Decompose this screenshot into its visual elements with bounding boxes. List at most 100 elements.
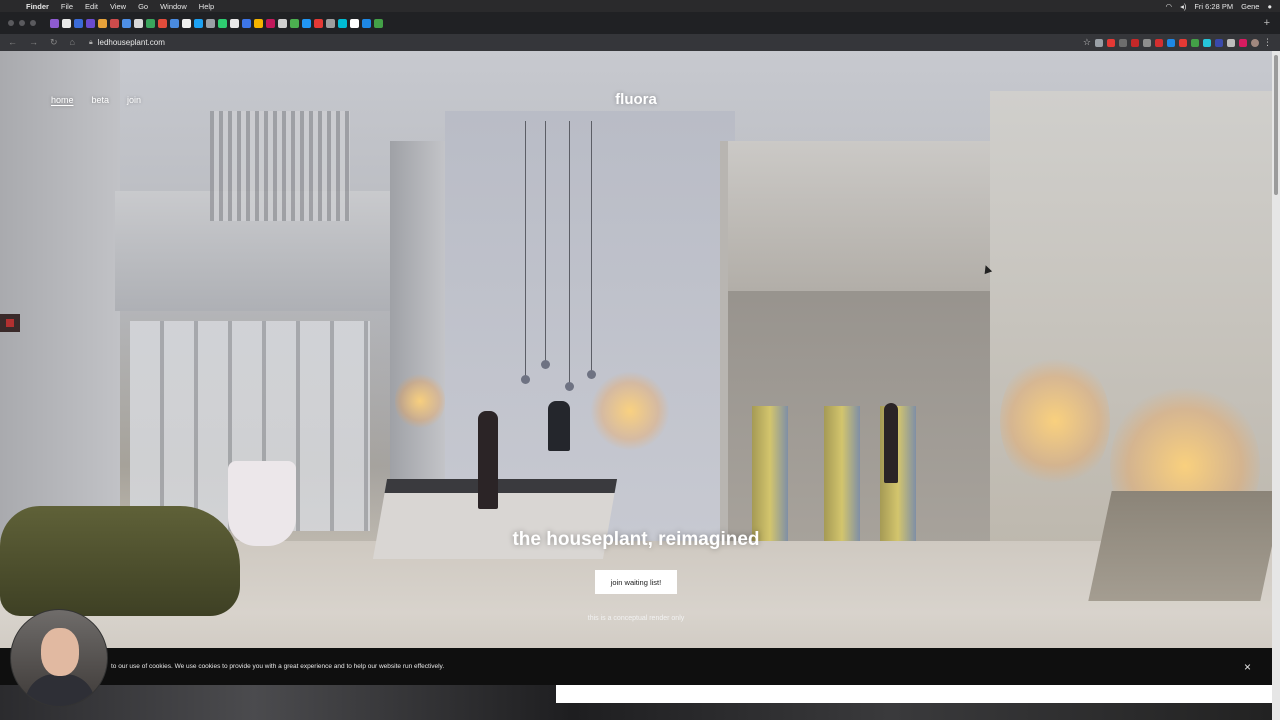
hero-bg-person [478, 411, 498, 509]
webcam-person-shirt [25, 674, 95, 706]
hero-bg-pillar [0, 51, 120, 571]
menu-user[interactable]: Gene [1241, 2, 1259, 11]
tab-favicon-icon[interactable] [194, 18, 203, 28]
volume-icon[interactable]: ◂) [1180, 2, 1186, 11]
hero-bg-elevator [824, 406, 860, 541]
tab-favicon-icon[interactable] [302, 18, 311, 28]
browser-nav-buttons: ← → ↻ ⌂ [8, 37, 75, 48]
address-bar-url[interactable]: ledhouseplant.com [98, 38, 165, 47]
extension-icon[interactable] [1107, 38, 1115, 47]
extension-icon[interactable] [1155, 38, 1163, 47]
render-disclaimer: this is a conceptual render only [587, 615, 685, 622]
extension-icon[interactable] [1143, 38, 1151, 47]
tab-favicon-icon[interactable] [86, 18, 95, 28]
forward-icon[interactable]: → [29, 37, 38, 48]
pinned-tabs [50, 18, 384, 28]
page-scrollbar[interactable] [1272, 51, 1280, 720]
browser-menu-icon[interactable]: ⋮ [1263, 37, 1272, 48]
extension-icon[interactable] [1191, 38, 1199, 47]
tab-favicon-icon[interactable] [122, 18, 131, 28]
tab-favicon-icon[interactable] [326, 18, 335, 28]
extension-icon[interactable] [1131, 38, 1139, 47]
extension-icon[interactable] [1119, 38, 1127, 47]
tab-favicon-icon[interactable] [206, 18, 215, 28]
macos-menu-bar: Finder File Edit View Go Window Help ◠ ◂… [0, 0, 1280, 12]
tab-favicon-icon[interactable] [254, 18, 263, 28]
home-icon[interactable]: ⌂ [70, 37, 75, 48]
record-icon [6, 319, 14, 327]
tab-favicon-icon[interactable] [218, 18, 227, 28]
tab-favicon-icon[interactable] [134, 18, 143, 28]
profile-avatar-icon[interactable] [1251, 38, 1259, 47]
tab-favicon-icon[interactable] [338, 18, 347, 28]
wifi-icon[interactable]: ◠ [1166, 2, 1173, 11]
hero-bg-elevator [752, 406, 788, 541]
tab-favicon-icon[interactable] [362, 18, 371, 28]
tab-favicon-icon[interactable] [182, 18, 191, 28]
webcam-person-face [41, 628, 79, 676]
hero-title: the houseplant, reimagined [512, 529, 760, 550]
extension-icon[interactable] [1239, 38, 1247, 47]
tab-favicon-icon[interactable] [230, 18, 239, 28]
close-window-icon[interactable] [8, 20, 14, 26]
hero-bg-hall-ceiling [728, 141, 990, 291]
lock-icon[interactable]: 🔒︎ [89, 39, 93, 47]
hero-bg-person [548, 401, 570, 451]
tab-favicon-icon[interactable] [146, 18, 155, 28]
browser-toolbar: ← → ↻ ⌂ 🔒︎ ledhouseplant.com ☆ ⋮ [0, 34, 1280, 51]
extensions-area: ☆ ⋮ [1083, 37, 1280, 48]
hero-bg-led-plant [1000, 351, 1110, 491]
tab-favicon-icon[interactable] [266, 18, 275, 28]
menu-view[interactable]: View [110, 2, 126, 11]
site-logo[interactable]: fluora [0, 91, 1272, 108]
back-icon[interactable]: ← [8, 37, 17, 48]
extension-icon[interactable] [1167, 38, 1175, 47]
extension-icon[interactable] [1095, 38, 1103, 47]
extension-icon[interactable] [1227, 38, 1235, 47]
cookie-text: to our use of cookies. We use cookies to… [111, 663, 445, 670]
window-controls [8, 20, 36, 26]
hero-bg-pendant-light [587, 121, 596, 379]
join-waiting-list-button[interactable]: join waiting list! [595, 570, 677, 594]
menu-window[interactable]: Window [160, 2, 187, 11]
bookmark-star-icon[interactable]: ☆ [1083, 37, 1091, 48]
side-widget-tab[interactable] [0, 314, 20, 332]
tab-favicon-icon[interactable] [110, 18, 119, 28]
extension-icon[interactable] [1215, 38, 1223, 47]
tab-favicon-icon[interactable] [98, 18, 107, 28]
hero-bg-led-plant [395, 371, 445, 431]
siri-icon[interactable]: ● [1267, 2, 1272, 11]
hero-bg-pendant-light [541, 121, 550, 369]
menu-edit[interactable]: Edit [85, 2, 98, 11]
tab-favicon-icon[interactable] [158, 18, 167, 28]
tab-favicon-icon[interactable] [374, 18, 383, 28]
reload-icon[interactable]: ↻ [50, 37, 58, 48]
website-viewport: home beta join fluora the houseplant, re… [0, 51, 1272, 720]
tab-favicon-icon[interactable] [290, 18, 299, 28]
tab-favicon-icon[interactable] [314, 18, 323, 28]
tab-favicon-icon[interactable] [74, 18, 83, 28]
extension-icon[interactable] [1179, 38, 1187, 47]
zoom-window-icon[interactable] [30, 20, 36, 26]
menu-file[interactable]: File [61, 2, 73, 11]
scrollbar-thumb[interactable] [1274, 55, 1278, 195]
hero-bg-pendant-light [521, 121, 530, 384]
new-tab-button[interactable]: + [1264, 17, 1270, 29]
cookie-close-icon[interactable]: × [1244, 660, 1251, 674]
menu-help[interactable]: Help [199, 2, 214, 11]
page-below-fold-panel [556, 685, 1272, 703]
extension-icon[interactable] [1203, 38, 1211, 47]
menu-clock[interactable]: Fri 6:28 PM [1194, 2, 1233, 11]
tab-favicon-icon[interactable] [278, 18, 287, 28]
tab-favicon-icon[interactable] [50, 18, 59, 28]
browser-tab-strip: + [0, 12, 1280, 34]
tab-favicon-icon[interactable] [170, 18, 179, 28]
tab-favicon-icon[interactable] [242, 18, 251, 28]
menu-app-finder[interactable]: Finder [26, 2, 49, 11]
hero-bg-sofa [0, 506, 240, 616]
tab-favicon-icon[interactable] [350, 18, 359, 28]
tab-favicon-icon[interactable] [62, 18, 71, 28]
webcam-overlay [10, 609, 108, 707]
menu-go[interactable]: Go [138, 2, 148, 11]
minimize-window-icon[interactable] [19, 20, 25, 26]
